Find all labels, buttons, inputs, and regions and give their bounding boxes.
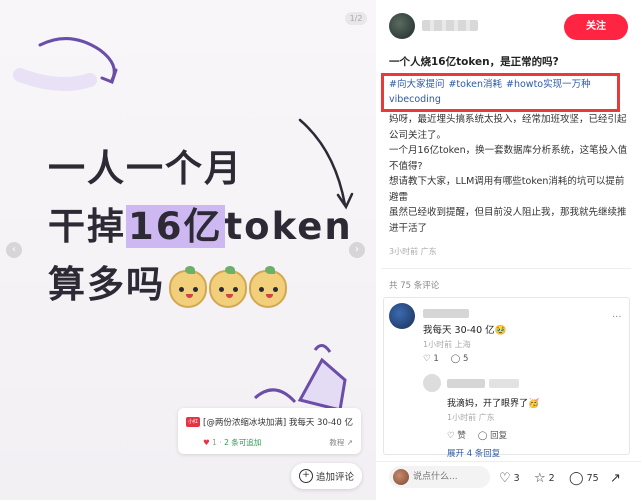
post-tags: #向大家提问 #token消耗 #howto实现一万种vibecoding	[389, 77, 619, 107]
reply-time: 1小时前 广东	[447, 413, 495, 422]
headline-line-2-pre: 干掉	[48, 205, 126, 248]
comment-total: 75	[586, 473, 599, 484]
expand-replies-link[interactable]: 展开 4 条回复	[447, 447, 500, 459]
reply-avatar[interactable]	[423, 374, 441, 392]
reply-reply-button[interactable]: ◯ 回复	[478, 429, 507, 441]
comment-text: 我每天 30-40 亿🥹	[423, 325, 507, 336]
card-title: [@两份浓缩冰块加满] 我每天 30-40 亿	[203, 418, 353, 428]
add-comment-button[interactable]: + 追加评论	[291, 463, 362, 489]
collect-button[interactable]: ☆ 2	[534, 471, 555, 486]
post-body-line: 一个月16亿token，换一套数据库分析系统，这笔投入值不值得?	[389, 145, 628, 172]
card-addable: 2 条可追加	[224, 438, 262, 447]
follow-button[interactable]: 关注	[564, 14, 628, 40]
more-options-icon[interactable]: ···	[612, 312, 622, 323]
reply-like-button[interactable]: ♡ 赞	[447, 429, 466, 441]
share-icon: ↗	[610, 471, 621, 486]
comment-like-button[interactable]: ♡ 1	[423, 354, 439, 364]
tag-link[interactable]: #token消耗	[448, 79, 502, 90]
tag-link[interactable]: #向大家提问	[389, 79, 444, 90]
post-image-panel[interactable]: 1/2 ‹ › 一人一个月 干掉16亿token 算多吗 小红书 [@两份浓缩冰…	[0, 0, 376, 500]
author-name-redacted[interactable]	[422, 20, 478, 31]
reply-actions: ♡ 赞 ◯ 回复	[447, 429, 507, 441]
comment-bubble-icon: ◯	[569, 471, 584, 486]
share-button[interactable]: ↗	[610, 471, 621, 486]
like-button[interactable]: ♡ 3	[499, 471, 520, 486]
comment-reply-button[interactable]: ◯ 5	[451, 354, 469, 364]
commenter-name-redacted[interactable]	[423, 309, 469, 318]
like-count: 3	[513, 473, 520, 484]
add-comment-icon: +	[298, 469, 313, 483]
reply-name-redacted[interactable]	[447, 379, 485, 388]
heart-icon: ♥	[203, 438, 210, 447]
add-comment-label: 追加评论	[315, 472, 354, 483]
post-body-line: 想请教下大家，LLM调用有哪些token消耗的坑可以提前避雷	[389, 176, 625, 203]
headline-line-2: 干掉16亿token	[48, 196, 353, 250]
headline-line-1: 一人一个月	[48, 147, 243, 190]
headline-line-3-text: 算多吗	[48, 263, 165, 306]
post-body: 妈呀，最近埋头搞系统太投入，经常加班攻坚，已经引起公司关注了。 一个月16亿to…	[389, 112, 629, 236]
comment-actions: ♡ 1 ◯ 5	[423, 354, 468, 364]
card-tutorial-link[interactable]: 教程 ↗	[329, 437, 353, 448]
mascot-face-icon	[249, 265, 287, 308]
app-logo-icon: 小红书	[186, 417, 200, 435]
comment-preview-card[interactable]: 小红书 [@两份浓缩冰块加满] 我每天 30-40 亿 ♥ 1 · 2 条可追加…	[178, 408, 361, 454]
card-likes: 1	[212, 438, 217, 447]
collect-count: 2	[548, 473, 555, 484]
post-title: 一个人烧16亿token，是正常的吗?	[389, 56, 559, 68]
post-time: 3小时前 广东	[389, 247, 437, 256]
comment-button[interactable]: ◯ 75	[569, 471, 599, 486]
headline-line-3: 算多吗	[48, 254, 289, 308]
reply-text: 我滴妈，开了眼界了🥳	[447, 399, 540, 409]
reply-reply-label: 回复	[490, 431, 508, 441]
comment-time: 1小时前 上海	[423, 340, 471, 349]
post-body-line: 妈呀，最近埋头搞系统太投入，经常加班攻坚，已经引起公司关注了。	[389, 114, 627, 141]
mascot-faces	[169, 265, 289, 308]
comment-reply-count: 5	[462, 354, 469, 364]
headline-highlight: 16亿	[126, 205, 225, 248]
comment-like-count: 1	[433, 354, 439, 364]
headline-line-2-post: token	[224, 205, 353, 248]
commenter-avatar[interactable]	[389, 303, 415, 329]
post-body-line: 虽然已经收到提醒，但目前没人阻止我，那我就先继续推进干活了	[389, 207, 627, 234]
heart-outline-icon: ♡	[499, 471, 511, 486]
reply-target-redacted[interactable]	[489, 379, 519, 388]
divider	[381, 268, 631, 269]
card-meta: ♥ 1 · 2 条可追加	[203, 438, 262, 447]
star-icon: ☆	[534, 471, 546, 486]
reply-like-label: 赞	[457, 431, 466, 441]
mascot-face-icon	[209, 265, 247, 308]
prev-image-button[interactable]: ‹	[6, 242, 22, 258]
my-avatar	[393, 469, 409, 485]
page-indicator: 1/2	[345, 12, 367, 25]
comment-count: 共 75 条评论	[389, 281, 440, 291]
author-avatar[interactable]	[389, 13, 415, 39]
mascot-face-icon	[169, 265, 207, 308]
